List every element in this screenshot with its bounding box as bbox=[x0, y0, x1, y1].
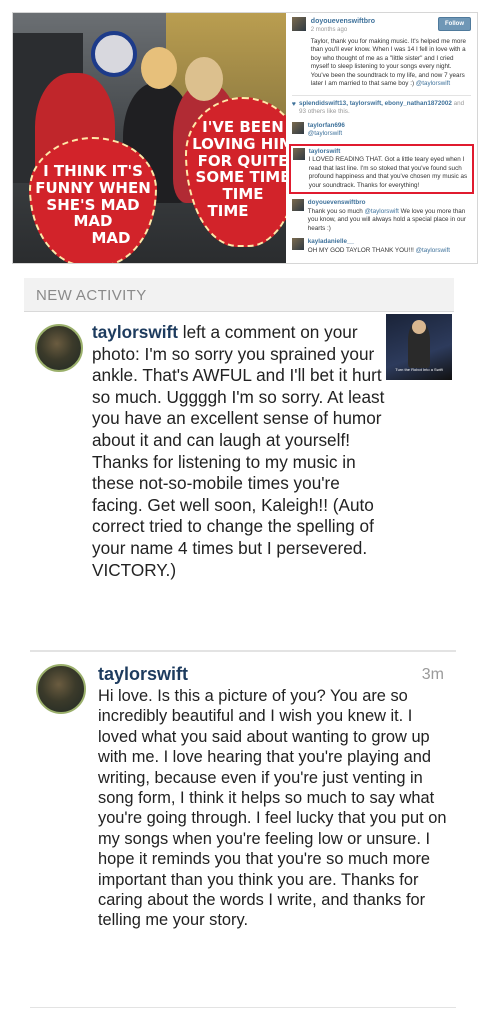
activity-username[interactable]: taylorswift bbox=[92, 322, 178, 342]
sign-left-line: I THINK IT'S bbox=[43, 162, 143, 180]
comment-username[interactable]: taylorfan696 bbox=[308, 122, 345, 131]
sign-right-line: LOVING HIM bbox=[192, 134, 286, 153]
photo-head-middle bbox=[141, 47, 177, 89]
comment-item: kayladanielle__ OH MY GOD TAYLOR THANK Y… bbox=[291, 238, 471, 255]
sign-left-line: SHE'S MAD bbox=[46, 195, 140, 214]
sign-right-line: I'VE BEEN bbox=[202, 118, 284, 136]
commenter-avatar[interactable] bbox=[291, 238, 304, 251]
commenter-avatar[interactable] bbox=[291, 121, 304, 134]
comment-panel: taylorswift 3m Hi love. Is this a pictur… bbox=[30, 650, 456, 1008]
comment-username[interactable]: kayladanielle__ bbox=[308, 238, 450, 247]
avatar[interactable] bbox=[36, 664, 86, 714]
likes-others[interactable]: 93 others like this. bbox=[299, 108, 350, 115]
heart-sign-left: I THINK IT'S FUNNY WHEN SHE'S MAD MAD MA… bbox=[29, 137, 157, 263]
photo-head-right bbox=[185, 57, 223, 101]
follow-button[interactable]: Follow bbox=[438, 17, 471, 32]
sign-right-line: TIME bbox=[222, 185, 264, 204]
instagram-post: I THINK IT'S FUNNY WHEN SHE'S MAD MAD MA… bbox=[12, 12, 478, 264]
post-caption: Taylor, thank you for making music. It's… bbox=[311, 38, 471, 89]
comment-text: I LOVED READING THAT. Got a little teary… bbox=[308, 156, 468, 189]
comment-mention[interactable]: @taylorswift bbox=[308, 130, 342, 137]
thumbnail-figure-head bbox=[412, 320, 426, 334]
sign-left-line: MAD bbox=[91, 229, 131, 248]
comment-text: Hi love. Is this a picture of you? You a… bbox=[98, 687, 447, 930]
commenter-avatar[interactable] bbox=[291, 199, 304, 212]
comment-text: Thank you so much bbox=[307, 207, 363, 215]
activity-header-bar: NEW ACTIVITY bbox=[24, 278, 454, 312]
comment-item: taylorfan696 @taylorswift bbox=[291, 121, 471, 139]
likes-and: and bbox=[453, 99, 465, 107]
heart-icon[interactable]: ♥ bbox=[292, 100, 296, 117]
likes-row: ♥ splendidswift13, taylorswift, ebony_na… bbox=[291, 94, 471, 117]
football-helmet bbox=[91, 31, 137, 77]
activity-text[interactable]: taylorswift left a comment on your photo… bbox=[92, 322, 388, 581]
comment-text: OH MY GOD TAYLOR THANK YOU!!! bbox=[307, 246, 414, 254]
heart-sign-right: I'VE BEEN LOVING HIM FOR QUITE SOME TIME… bbox=[185, 97, 286, 247]
sign-right-line: SOME TIME bbox=[195, 168, 286, 187]
sign-right-line: FOR QUITE bbox=[197, 151, 286, 170]
comment-username[interactable]: doyouevenswiftbro bbox=[308, 199, 471, 208]
post-time: 2 months ago bbox=[310, 27, 348, 34]
avatar[interactable] bbox=[35, 324, 83, 372]
comment-item-highlighted: taylorswift I LOVED READING THAT. Got a … bbox=[288, 143, 474, 195]
comment-username[interactable]: taylorswift bbox=[309, 148, 470, 157]
caption-mention[interactable]: @taylorswift bbox=[416, 80, 450, 87]
sign-left-line: MAD bbox=[73, 212, 113, 231]
new-activity-panel: NEW ACTIVITY taylorswift left a comment … bbox=[24, 278, 454, 630]
likes-names[interactable]: splendidswift13, taylorswift, ebony_nath… bbox=[299, 100, 452, 107]
owner-username[interactable]: doyouevenswiftbro bbox=[311, 17, 375, 26]
post-sidebar: doyouevenswiftbro 2 months ago Follow Ta… bbox=[286, 13, 477, 263]
sign-right-line: TIME bbox=[207, 201, 249, 220]
comment-username[interactable]: taylorswift bbox=[98, 664, 188, 685]
owner-avatar[interactable] bbox=[291, 17, 306, 31]
comment-mention[interactable]: @taylorswift bbox=[365, 208, 399, 215]
post-photo[interactable]: I THINK IT'S FUNNY WHEN SHE'S MAD MAD MA… bbox=[13, 13, 286, 263]
sign-left-line: FUNNY WHEN bbox=[35, 178, 151, 197]
thumbnail-caption: Turn the Robot Into a Swift bbox=[395, 366, 443, 372]
comment-item: doyouevenswiftbro Thank you so much @tay… bbox=[291, 199, 471, 233]
comment-mention[interactable]: @taylorswift bbox=[416, 247, 450, 254]
activity-message: left a comment on your photo: I'm so sor… bbox=[92, 322, 385, 580]
activity-photo-thumbnail[interactable]: Turn the Robot Into a Swift bbox=[386, 314, 452, 380]
activity-header: NEW ACTIVITY bbox=[36, 287, 147, 304]
commenter-avatar[interactable] bbox=[292, 147, 305, 160]
comment-timestamp: 3m bbox=[421, 666, 444, 683]
